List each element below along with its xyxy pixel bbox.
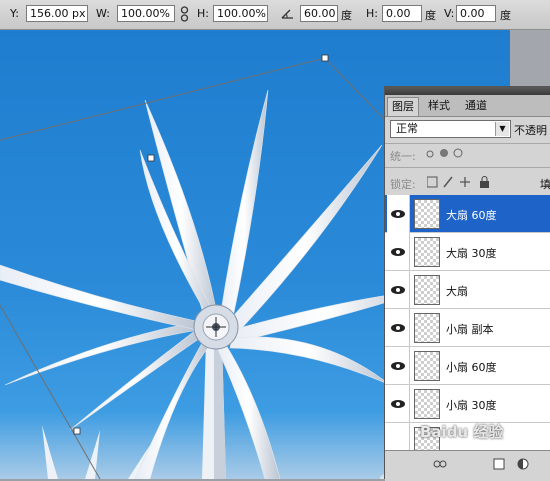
horizontal-skew-unit: 度	[425, 9, 436, 22]
link-icon[interactable]	[180, 6, 189, 25]
layer-thumbnail	[414, 275, 440, 305]
layer-row[interactable]: 大扇 30度	[385, 233, 550, 271]
panel-title-bar[interactable]	[385, 87, 550, 95]
layer-row[interactable]: 小扇 30度	[385, 385, 550, 423]
layers-list: 大扇 60度 大扇 30度 大扇 小扇 副本 小扇 60度 小扇 30度	[385, 195, 550, 450]
layer-row[interactable]: 大扇 60度	[385, 195, 550, 233]
layer-row[interactable]: 小扇 60度	[385, 347, 550, 385]
adjustment-layer-icon[interactable]	[517, 458, 529, 473]
layer-thumbnail	[414, 237, 440, 267]
layer-name: 小扇 副本	[446, 323, 494, 336]
horizontal-skew-field[interactable]: 0.00	[382, 5, 422, 22]
layer-thumbnail	[414, 389, 440, 419]
width-label: W:	[96, 7, 110, 20]
tab-layers[interactable]: 图层	[387, 97, 419, 116]
vertical-skew-field[interactable]: 0.00	[456, 5, 496, 22]
layer-name: 小扇 60度	[446, 361, 497, 374]
lock-label: 锁定:	[390, 178, 416, 191]
lock-icons[interactable]	[426, 176, 493, 191]
vertical-skew-label: V:	[444, 7, 455, 20]
visibility-eye-icon[interactable]	[387, 195, 410, 233]
layer-name: 小扇 30度	[446, 399, 497, 412]
panel-tabs: 图层 样式 通道	[385, 95, 550, 117]
tab-channels[interactable]: 通道	[461, 97, 491, 116]
blend-mode-select[interactable]: 正常 ▼	[390, 120, 511, 138]
layer-thumbnail	[414, 199, 440, 229]
layer-row[interactable]: 大扇	[385, 271, 550, 309]
visibility-eye-icon[interactable]	[387, 347, 410, 385]
y-position-field[interactable]: 156.00 px	[26, 5, 88, 22]
divider	[385, 167, 550, 168]
blend-mode-value: 正常	[396, 122, 418, 135]
layer-name: 大扇 30度	[446, 247, 497, 260]
chevron-down-icon[interactable]: ▼	[495, 122, 509, 136]
opacity-label: 不透明	[514, 124, 547, 137]
width-field[interactable]: 100.00%	[117, 5, 175, 22]
layer-row[interactable]: 小扇 副本	[385, 309, 550, 347]
unify-icons[interactable]	[425, 147, 465, 162]
angle-icon	[281, 8, 294, 22]
vertical-skew-unit: 度	[500, 9, 511, 22]
fill-label: 填	[540, 178, 550, 191]
tab-styles[interactable]: 样式	[424, 97, 454, 116]
watermark-logo: Baidu 经验	[420, 423, 504, 441]
visibility-eye-icon[interactable]	[387, 309, 410, 347]
visibility-eye-icon[interactable]	[387, 271, 410, 309]
layer-name: 大扇	[446, 285, 468, 298]
layer-thumbnail	[414, 313, 440, 343]
y-label: Y:	[10, 7, 19, 20]
visibility-eye-icon[interactable]	[387, 233, 410, 271]
visibility-eye-icon[interactable]	[387, 423, 410, 450]
layer-thumbnail	[414, 351, 440, 381]
angle-unit: 度	[341, 9, 352, 22]
visibility-eye-icon[interactable]	[387, 385, 410, 423]
horizontal-skew-label: H:	[366, 7, 378, 20]
transform-options-bar: Y: 156.00 px W: 100.00% H: 100.00% 60.00…	[0, 0, 550, 30]
panel-bottom-toolbar	[385, 450, 550, 481]
new-layer-icon[interactable]	[493, 458, 505, 473]
layer-name: 大扇 60度	[446, 209, 497, 222]
divider	[385, 143, 550, 144]
height-field[interactable]: 100.00%	[213, 5, 268, 22]
unify-label: 统一:	[390, 150, 416, 163]
rotation-angle-field[interactable]: 60.00	[300, 5, 338, 22]
link-layers-icon[interactable]	[433, 459, 447, 472]
height-label: H:	[197, 7, 209, 20]
